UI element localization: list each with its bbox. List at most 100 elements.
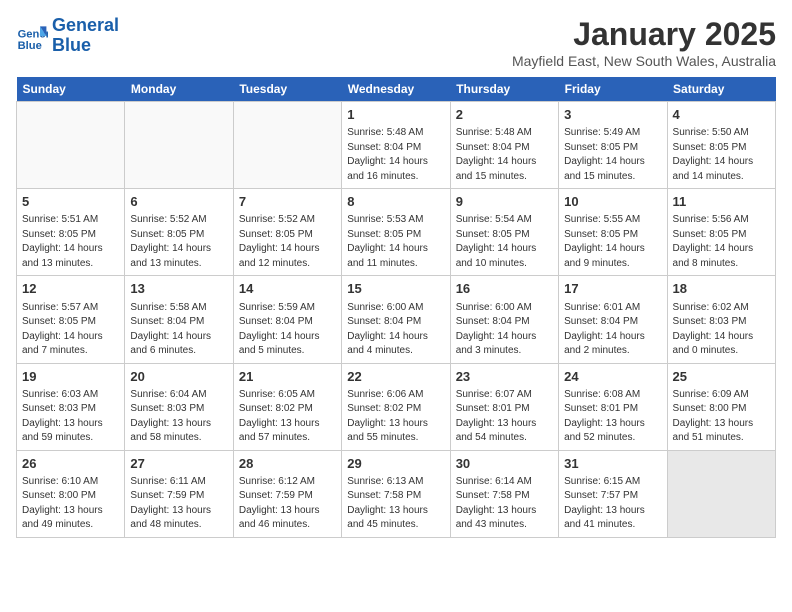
day-content: Sunrise: 5:57 AM Sunset: 8:05 PM Dayligh… — [22, 301, 119, 359]
day-number: 21 — [239, 368, 336, 386]
calendar-cell: 12 Sunrise: 5:57 AM Sunset: 8:05 PM Dayli… — [17, 276, 125, 363]
calendar-cell: 11Sunrise: 5:56 AM Sunset: 8:05 PM Dayli… — [667, 189, 775, 276]
logo-icon: General Blue — [16, 20, 48, 52]
calendar-table: SundayMondayTuesdayWednesdayThursdayFrid… — [16, 77, 776, 538]
day-number: 8 — [347, 193, 444, 211]
location-subtitle: Mayfield East, New South Wales, Australi… — [512, 53, 776, 69]
page-header: General Blue General Blue January 2025 M… — [16, 16, 776, 69]
calendar-cell: 4 Sunrise: 5:50 AM Sunset: 8:05 PM Daylig… — [667, 102, 775, 189]
calendar-week-2: 5 Sunrise: 5:51 AM Sunset: 8:05 PM Daylig… — [17, 189, 776, 276]
weekday-header-thursday: Thursday — [450, 77, 558, 102]
day-number: 2 — [456, 106, 553, 124]
calendar-cell: 17 Sunrise: 6:01 AM Sunset: 8:04 PM Dayli… — [559, 276, 667, 363]
day-content: Sunrise: 6:01 AM Sunset: 8:04 PM Dayligh… — [564, 301, 661, 359]
day-content: Sunrise: 6:02 AM Sunset: 8:03 PM Dayligh… — [673, 301, 770, 359]
calendar-cell: 3 Sunrise: 5:49 AM Sunset: 8:05 PM Daylig… — [559, 102, 667, 189]
logo-text: General — [52, 15, 119, 35]
weekday-header-wednesday: Wednesday — [342, 77, 450, 102]
calendar-cell: 14Sunrise: 5:59 AM Sunset: 8:04 PM Dayli… — [233, 276, 341, 363]
weekday-header-sunday: Sunday — [17, 77, 125, 102]
day-content: Sunrise: 5:48 AM Sunset: 8:04 PM Dayligh… — [347, 126, 444, 184]
calendar-cell: 1 Sunrise: 5:48 AM Sunset: 8:04 PM Daylig… — [342, 102, 450, 189]
day-number: 6 — [130, 193, 227, 211]
day-number: 1 — [347, 106, 444, 124]
day-content: Sunrise: 5:53 AM Sunset: 8:05 PM Dayligh… — [347, 213, 444, 271]
calendar-cell: 22 Sunrise: 6:06 AM Sunset: 8:02 PM Dayli… — [342, 363, 450, 450]
day-number: 17 — [564, 280, 661, 298]
calendar-cell: 13Sunrise: 5:58 AM Sunset: 8:04 PM Dayli… — [125, 276, 233, 363]
day-content: Sunrise: 5:52 AM Sunset: 8:05 PM Dayligh… — [239, 213, 336, 271]
calendar-cell: 7 Sunrise: 5:52 AM Sunset: 8:05 PM Daylig… — [233, 189, 341, 276]
calendar-cell: 15Sunrise: 6:00 AM Sunset: 8:04 PM Dayli… — [342, 276, 450, 363]
calendar-cell: 2 Sunrise: 5:48 AM Sunset: 8:04 PM Daylig… — [450, 102, 558, 189]
day-number: 7 — [239, 193, 336, 211]
day-number: 13 — [130, 280, 227, 298]
logo-subtext: Blue — [52, 35, 91, 55]
day-content: Sunrise: 6:11 AM Sunset: 7:59 PM Dayligh… — [130, 475, 227, 533]
calendar-cell: 23 Sunrise: 6:07 AM Sunset: 8:01 PM Dayli… — [450, 363, 558, 450]
day-content: Sunrise: 5:49 AM Sunset: 8:05 PM Dayligh… — [564, 126, 661, 184]
day-content: Sunrise: 6:08 AM Sunset: 8:01 PM Dayligh… — [564, 388, 661, 446]
day-content: Sunrise: 6:06 AM Sunset: 8:02 PM Dayligh… — [347, 388, 444, 446]
day-number: 5 — [22, 193, 119, 211]
svg-text:Blue: Blue — [18, 40, 42, 52]
day-number: 31 — [564, 455, 661, 473]
day-number: 3 — [564, 106, 661, 124]
day-content: Sunrise: 6:15 AM Sunset: 7:57 PM Dayligh… — [564, 475, 661, 533]
calendar-cell: 9 Sunrise: 5:54 AM Sunset: 8:05 PM Daylig… — [450, 189, 558, 276]
day-number: 9 — [456, 193, 553, 211]
day-number: 30 — [456, 455, 553, 473]
weekday-header-monday: Monday — [125, 77, 233, 102]
day-number: 18 — [673, 280, 770, 298]
day-content: Sunrise: 5:48 AM Sunset: 8:04 PM Dayligh… — [456, 126, 553, 184]
calendar-cell: 8 Sunrise: 5:53 AM Sunset: 8:05 PM Daylig… — [342, 189, 450, 276]
calendar-cell: 21 Sunrise: 6:05 AM Sunset: 8:02 PM Dayli… — [233, 363, 341, 450]
day-number: 22 — [347, 368, 444, 386]
day-number: 20 — [130, 368, 227, 386]
day-content: Sunrise: 6:09 AM Sunset: 8:00 PM Dayligh… — [673, 388, 770, 446]
day-number: 26 — [22, 455, 119, 473]
day-number: 29 — [347, 455, 444, 473]
day-content: Sunrise: 6:14 AM Sunset: 7:58 PM Dayligh… — [456, 475, 553, 533]
month-title: January 2025 — [512, 16, 776, 53]
calendar-cell: 18 Sunrise: 6:02 AM Sunset: 8:03 PM Dayli… — [667, 276, 775, 363]
day-number: 16 — [456, 280, 553, 298]
calendar-week-4: 19Sunrise: 6:03 AM Sunset: 8:03 PM Dayli… — [17, 363, 776, 450]
calendar-body: 1 Sunrise: 5:48 AM Sunset: 8:04 PM Daylig… — [17, 102, 776, 538]
calendar-cell: 27 Sunrise: 6:11 AM Sunset: 7:59 PM Dayli… — [125, 450, 233, 537]
day-content: Sunrise: 6:04 AM Sunset: 8:03 PM Dayligh… — [130, 388, 227, 446]
day-number: 11 — [673, 193, 770, 211]
weekday-header-saturday: Saturday — [667, 77, 775, 102]
weekday-header-friday: Friday — [559, 77, 667, 102]
calendar-cell: 31 Sunrise: 6:15 AM Sunset: 7:57 PM Dayli… — [559, 450, 667, 537]
calendar-cell: 24Sunrise: 6:08 AM Sunset: 8:01 PM Dayli… — [559, 363, 667, 450]
day-number: 15 — [347, 280, 444, 298]
logo: General Blue General Blue — [16, 16, 119, 56]
calendar-cell: 28 Sunrise: 6:12 AM Sunset: 7:59 PM Dayli… — [233, 450, 341, 537]
day-number: 25 — [673, 368, 770, 386]
day-number: 28 — [239, 455, 336, 473]
calendar-cell: 25 Sunrise: 6:09 AM Sunset: 8:00 PM Dayli… — [667, 363, 775, 450]
day-number: 12 — [22, 280, 119, 298]
day-number: 27 — [130, 455, 227, 473]
day-content: Sunrise: 6:13 AM Sunset: 7:58 PM Dayligh… — [347, 475, 444, 533]
day-content: Sunrise: 6:10 AM Sunset: 8:00 PM Dayligh… — [22, 475, 119, 533]
day-number: 23 — [456, 368, 553, 386]
day-content: Sunrise: 5:55 AM Sunset: 8:05 PM Dayligh… — [564, 213, 661, 271]
day-content: Sunrise: 6:05 AM Sunset: 8:02 PM Dayligh… — [239, 388, 336, 446]
calendar-header-row: SundayMondayTuesdayWednesdayThursdayFrid… — [17, 77, 776, 102]
day-content: Sunrise: 6:12 AM Sunset: 7:59 PM Dayligh… — [239, 475, 336, 533]
calendar-cell: 29 Sunrise: 6:13 AM Sunset: 7:58 PM Dayli… — [342, 450, 450, 537]
day-content: Sunrise: 6:07 AM Sunset: 8:01 PM Dayligh… — [456, 388, 553, 446]
day-content: Sunrise: 6:03 AM Sunset: 8:03 PM Dayligh… — [22, 388, 119, 446]
day-number: 4 — [673, 106, 770, 124]
calendar-cell: 26 Sunrise: 6:10 AM Sunset: 8:00 PM Dayli… — [17, 450, 125, 537]
calendar-cell — [667, 450, 775, 537]
day-content: Sunrise: 5:51 AM Sunset: 8:05 PM Dayligh… — [22, 213, 119, 271]
day-content: Sunrise: 5:50 AM Sunset: 8:05 PM Dayligh… — [673, 126, 770, 184]
calendar-cell: 16Sunrise: 6:00 AM Sunset: 8:04 PM Dayli… — [450, 276, 558, 363]
day-content: Sunrise: 5:54 AM Sunset: 8:05 PM Dayligh… — [456, 213, 553, 271]
calendar-cell: 19Sunrise: 6:03 AM Sunset: 8:03 PM Dayli… — [17, 363, 125, 450]
calendar-cell: 10Sunrise: 5:55 AM Sunset: 8:05 PM Dayli… — [559, 189, 667, 276]
weekday-header-tuesday: Tuesday — [233, 77, 341, 102]
